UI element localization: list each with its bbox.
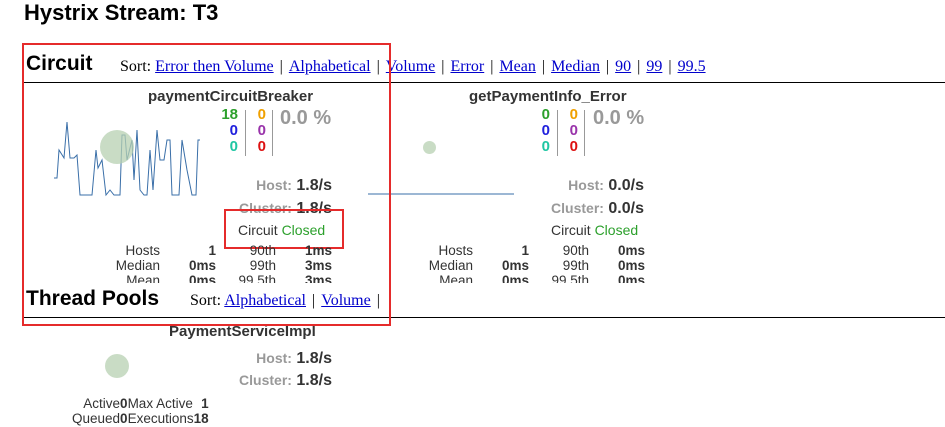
- host-label: Host:: [568, 177, 604, 193]
- stat-value: 1: [208, 243, 216, 258]
- health-circle: [105, 354, 129, 378]
- circuit-divider: [24, 82, 945, 83]
- stat-value: 0: [120, 411, 128, 426]
- stat-label: 99.5th: [551, 273, 589, 283]
- sort-volume-link[interactable]: Volume: [386, 58, 435, 75]
- sort-median-link[interactable]: Median: [551, 58, 600, 75]
- stat-value: 1: [521, 243, 529, 258]
- cluster-label: Cluster:: [551, 200, 604, 216]
- timeout-count: 0: [569, 106, 578, 123]
- host-label: Host:: [256, 177, 292, 193]
- monitor-name: getPaymentInfo_Error: [469, 88, 627, 105]
- host-label: Host:: [256, 350, 292, 366]
- cluster-label: Cluster:: [239, 372, 292, 388]
- thread-pools-sort-label: Sort:: [190, 292, 222, 309]
- host-rate: 1.8/s: [296, 350, 332, 367]
- counter-separator: [584, 110, 585, 156]
- latency-stats: Hosts 1 90th 1ms Median 0ms 99th 3ms Mea…: [104, 243, 334, 283]
- stat-value: 0ms: [617, 243, 645, 258]
- stat-value: 0ms: [617, 273, 645, 283]
- host-rate-row: Host: 1.8/s: [220, 177, 332, 195]
- error-percentage: 0.0 %: [280, 107, 332, 129]
- circuit-status: Circuit Closed: [551, 222, 638, 238]
- sort-99-5-link[interactable]: 99.5: [678, 58, 706, 75]
- thread-pools-divider: [24, 317, 945, 318]
- sort-alphabetical-link[interactable]: Alphabetical: [289, 58, 371, 75]
- short-circuited-count: 0: [541, 122, 550, 139]
- cluster-rate: 1.8/s: [296, 372, 332, 389]
- stat-label: Hosts: [125, 243, 160, 258]
- short-circuited-count: 0: [229, 122, 238, 139]
- stat-value: 3ms: [304, 273, 332, 283]
- stat-label: Queued: [72, 411, 121, 426]
- cluster-rate-row: Cluster: 0.0/s: [530, 200, 644, 218]
- stat-label: Mean: [126, 273, 160, 283]
- monitor-name: paymentCircuitBreaker: [148, 88, 314, 105]
- rejected-count: 0: [257, 122, 266, 139]
- latency-stats: Hosts 1 90th 0ms Median 0ms 99th 0ms Mea…: [417, 243, 647, 283]
- stat-value: 1: [201, 396, 209, 411]
- stat-value: 0ms: [188, 273, 216, 283]
- stat-label: Median: [115, 258, 160, 273]
- circuit-state: Closed: [594, 222, 639, 238]
- bad-request-count: 0: [541, 138, 550, 155]
- stat-value: 3ms: [304, 258, 332, 273]
- health-circle: [423, 141, 436, 154]
- circuit-sort-bar: Sort: Error then Volume | Alphabetical | Vol…: [120, 58, 706, 75]
- circuit-heading: Circuit: [26, 52, 93, 75]
- stat-value: 0: [120, 396, 128, 411]
- pool-sort-alphabetical-link[interactable]: Alphabetical: [224, 292, 306, 309]
- failure-count: 0: [569, 138, 578, 155]
- sort-mean-link[interactable]: Mean: [499, 58, 535, 75]
- cluster-rate-row: Cluster: 1.8/s: [220, 372, 332, 390]
- host-rate-row: Host: 1.8/s: [220, 350, 332, 368]
- stat-value: 1ms: [304, 243, 332, 258]
- stat-value: 0ms: [501, 273, 529, 283]
- sparkline-chart: [368, 193, 514, 195]
- thread-pools-heading: Thread Pools: [26, 287, 160, 311]
- stat-label: 99th: [249, 258, 276, 273]
- sort-error-then-volume-link[interactable]: Error then Volume: [155, 58, 274, 75]
- stat-label: Max Active: [127, 396, 193, 411]
- stat-label: Mean: [439, 273, 473, 283]
- stat-label: Executions: [127, 411, 194, 426]
- stat-label: 99th: [562, 258, 589, 273]
- stat-value: 18: [193, 411, 209, 426]
- counter-separator: [272, 110, 273, 156]
- pool-sort-volume-link[interactable]: Volume: [321, 292, 370, 309]
- circuit-status-label: Circuit: [551, 222, 591, 238]
- error-percentage: 0.0 %: [593, 107, 645, 129]
- stat-value: 0ms: [188, 258, 216, 273]
- sort-90-link[interactable]: 90: [615, 58, 631, 75]
- thread-pools-sort-bar: Sort: Alphabetical | Volume |: [190, 292, 380, 309]
- cluster-rate: 0.0/s: [608, 200, 644, 217]
- stat-label: 90th: [562, 243, 589, 258]
- stat-label: 99.5th: [238, 273, 276, 283]
- pool-name: PaymentServiceImpl: [169, 323, 316, 340]
- stat-label: Median: [428, 258, 473, 273]
- host-rate: 0.0/s: [608, 177, 644, 194]
- circuit-sort-label: Sort:: [120, 58, 152, 75]
- host-rate: 1.8/s: [296, 177, 332, 194]
- health-circle: [100, 130, 134, 164]
- rejected-count: 0: [569, 122, 578, 139]
- host-rate-row: Host: 0.0/s: [530, 177, 644, 195]
- timeout-count: 0: [257, 106, 266, 123]
- pool-stats: Active 0 Max Active 1 Queued 0 Execution…: [72, 396, 209, 426]
- failure-count: 0: [257, 138, 266, 155]
- sort-99-link[interactable]: 99: [646, 58, 662, 75]
- success-count: 18: [221, 106, 238, 123]
- stat-label: 90th: [249, 243, 276, 258]
- page-title: Hystrix Stream: T3: [24, 0, 219, 25]
- stat-label: Hosts: [438, 243, 473, 258]
- stat-value: 0ms: [501, 258, 529, 273]
- success-count: 0: [541, 106, 550, 123]
- bad-request-count: 0: [229, 138, 238, 155]
- stat-value: 0ms: [617, 258, 645, 273]
- stat-label: Active: [83, 396, 121, 411]
- sort-error-link[interactable]: Error: [450, 58, 484, 75]
